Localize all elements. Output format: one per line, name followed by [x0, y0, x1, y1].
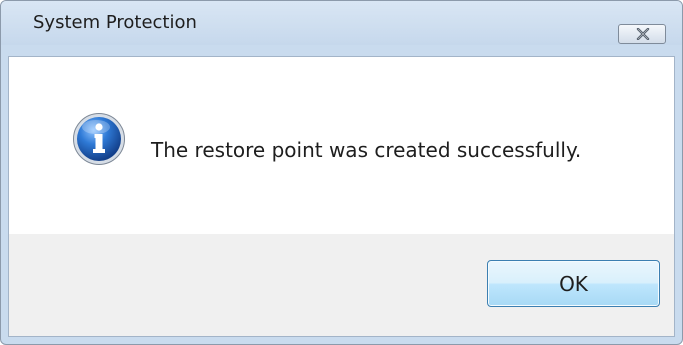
- window-title: System Protection: [33, 12, 197, 33]
- system-protection-dialog: System Protection The restore point was …: [0, 0, 683, 345]
- close-button[interactable]: [618, 24, 666, 44]
- close-icon: [636, 28, 650, 40]
- title-bar[interactable]: System Protection: [1, 1, 682, 45]
- dialog-client-area: The restore point was created successful…: [8, 56, 675, 337]
- message-area: The restore point was created successful…: [9, 57, 674, 234]
- info-icon: [73, 113, 125, 165]
- ok-button[interactable]: OK: [487, 260, 660, 307]
- message-text: The restore point was created successful…: [151, 138, 582, 162]
